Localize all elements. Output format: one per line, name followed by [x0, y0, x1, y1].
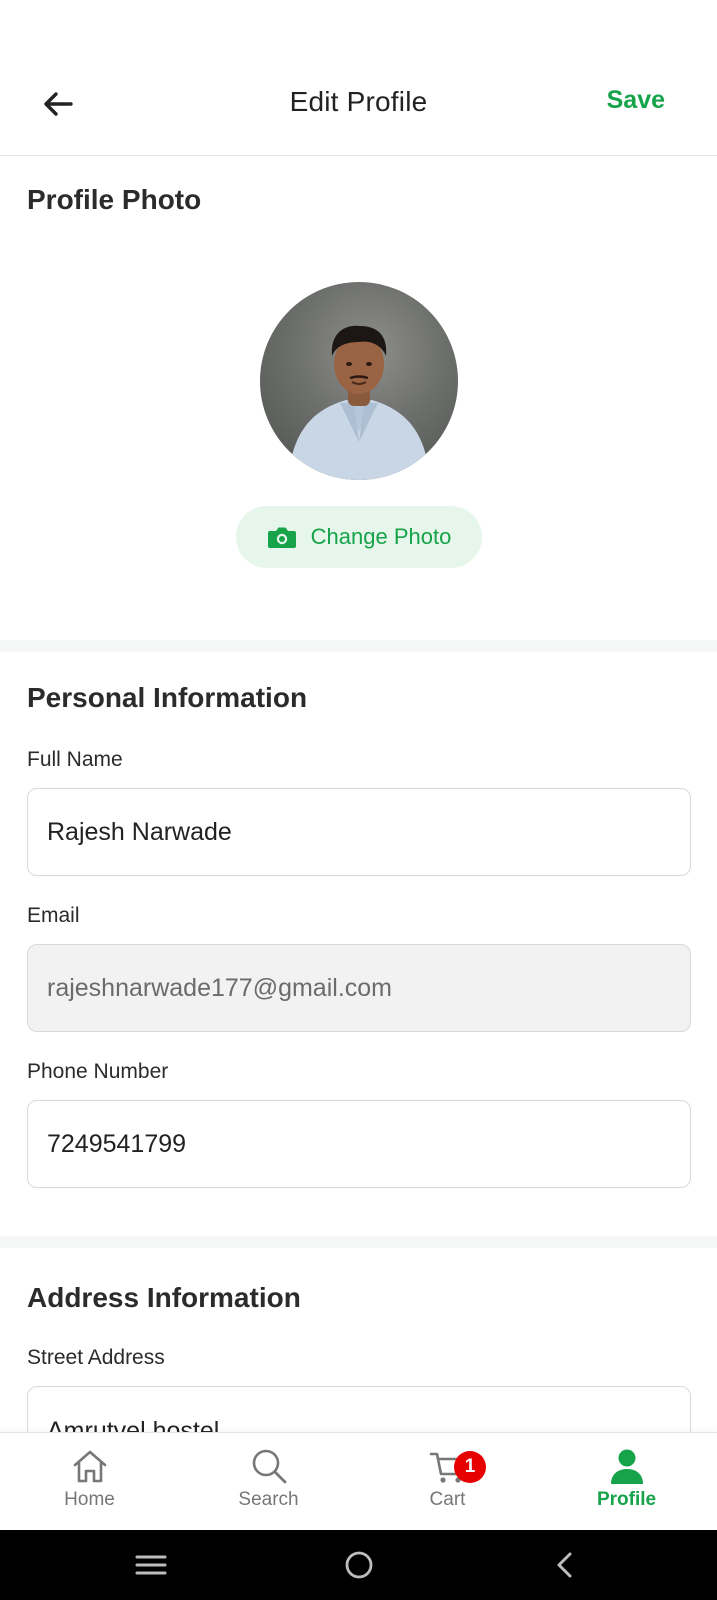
- address-information-section: Address Information Street Address Amrut…: [0, 1248, 717, 1432]
- nav-label-search: Search: [238, 1489, 299, 1510]
- full-name-field[interactable]: Rajesh Narwade: [27, 788, 691, 876]
- change-photo-label: Change Photo: [310, 524, 452, 549]
- chevron-left-icon: [557, 1552, 572, 1578]
- personal-information-section: Personal Information Full Name Rajesh Na…: [0, 652, 717, 1236]
- status-bar-area: [0, 0, 717, 52]
- street-address-label: Street Address: [27, 1346, 165, 1369]
- full-name-value: Rajesh Narwade: [47, 817, 232, 846]
- nav-label-cart: Cart: [429, 1489, 466, 1510]
- email-value: rajeshnarwade177@gmail.com: [47, 973, 392, 1002]
- avatar-photo: [288, 325, 430, 480]
- circle-home-icon: [345, 1551, 373, 1579]
- home-icon: [73, 1450, 106, 1483]
- nav-item-cart[interactable]: Cart 1: [358, 1433, 537, 1531]
- nav-label-home: Home: [64, 1489, 115, 1510]
- street-address-field[interactable]: Amrutvel hostel: [27, 1386, 691, 1432]
- cart-count-badge: 1: [454, 1451, 486, 1483]
- person-icon: [610, 1449, 643, 1484]
- profile-photo-section: Profile Photo Change Photo: [0, 156, 717, 640]
- nav-item-home[interactable]: Home: [0, 1433, 179, 1531]
- avatar: [260, 282, 458, 480]
- phone-number-value: 7249541799: [47, 1129, 187, 1158]
- nav-label-profile: Profile: [596, 1489, 657, 1510]
- section-title: Profile Photo: [27, 184, 202, 215]
- camera-icon: [267, 527, 296, 548]
- bottom-navigation: Home Search Cart 1 Profile: [0, 1432, 717, 1530]
- recent-apps-button[interactable]: [131, 1547, 171, 1583]
- change-photo-button[interactable]: Change Photo: [236, 506, 482, 568]
- street-address-value: Amrutvel hostel: [47, 1417, 220, 1432]
- section-title: Personal Information: [27, 682, 308, 713]
- menu-lines-icon: [135, 1555, 167, 1575]
- email-field: rajeshnarwade177@gmail.com: [27, 944, 691, 1032]
- app-header: Edit Profile Save: [0, 52, 717, 156]
- search-icon: [252, 1449, 286, 1484]
- nav-item-profile[interactable]: Profile: [537, 1433, 716, 1531]
- phone-number-field[interactable]: 7249541799: [27, 1100, 691, 1188]
- system-back-button[interactable]: [545, 1547, 585, 1583]
- save-button[interactable]: Save: [607, 86, 665, 115]
- email-label: Email: [27, 904, 80, 927]
- full-name-label: Full Name: [27, 748, 123, 771]
- phone-number-label: Phone Number: [27, 1060, 169, 1083]
- section-title: Address Information: [27, 1282, 301, 1313]
- nav-item-search[interactable]: Search: [179, 1433, 358, 1531]
- content-scroll-area[interactable]: Profile Photo Change Photo Personal Info…: [0, 156, 717, 1432]
- system-home-button[interactable]: [339, 1547, 379, 1583]
- system-navigation-bar: [0, 1530, 717, 1600]
